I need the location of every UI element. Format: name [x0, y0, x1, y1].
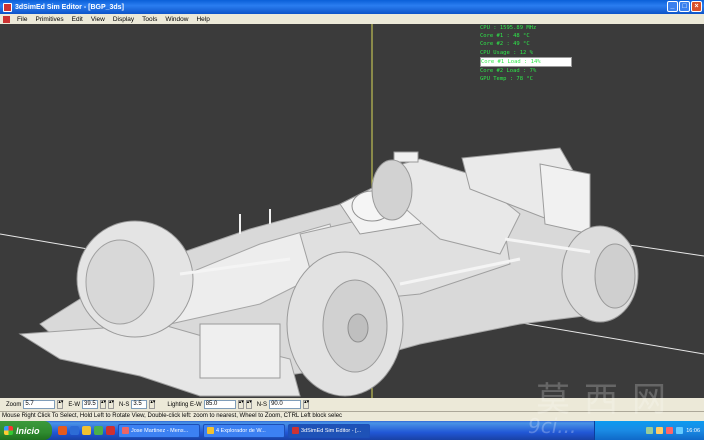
zoom-label: Zoom [6, 401, 22, 408]
lighting-ew-spinner-2[interactable]: ▴▾ [245, 400, 252, 409]
cpu-speed-readout: CPU : 1595.89 MHz [480, 25, 537, 31]
gpu-temp-readout: GPU Temp : 78 °C [480, 76, 533, 83]
core1-load-readout: Core #1 Load : 14% [480, 56, 572, 68]
task-mail[interactable]: Jose Martinez - Mens... [118, 423, 200, 438]
ew-label: E-W [68, 401, 81, 408]
zoom-input[interactable]: 5.7 [23, 400, 56, 409]
maximize-button[interactable]: □ [679, 1, 690, 12]
3d-viewport[interactable]: CPU : 1595.89 MHz Core #1 : 48 °C Core #… [0, 24, 704, 398]
menu-view[interactable]: View [87, 16, 109, 23]
menu-file[interactable]: File [13, 16, 31, 23]
zoom-spinner[interactable]: ▴▾ [57, 400, 63, 409]
ns-label: N-S [119, 401, 130, 408]
quick-launch [58, 426, 115, 435]
folder-icon [207, 427, 214, 434]
viewport-scene [0, 24, 704, 398]
close-button[interactable]: × [691, 1, 702, 12]
menu-primitives[interactable]: Primitives [31, 16, 67, 23]
folder-icon[interactable] [82, 426, 91, 435]
menu-tools[interactable]: Tools [138, 16, 161, 23]
lighting-ew-input[interactable]: 85.0 [203, 400, 236, 409]
core2-temp-readout: Core #2 : 49 °C [480, 41, 530, 48]
menu-window[interactable]: Window [161, 16, 192, 23]
system-tray: 16:06 [594, 421, 704, 440]
lighting-ns-label: N-S [256, 401, 268, 408]
app-icon-quick[interactable] [106, 426, 115, 435]
messenger-icon[interactable] [94, 426, 103, 435]
cpu-usage-readout: CPU Usage : 12 % [480, 49, 533, 56]
lighting-ew-spinner[interactable]: ▴▾ [237, 400, 244, 409]
menu-bar: File Primitives Edit View Display Tools … [0, 14, 704, 24]
ie-icon[interactable] [70, 426, 79, 435]
core2-load-readout: Core #2 Load : 7% [480, 68, 537, 75]
task-mail-label: Jose Martinez - Mens... [131, 427, 189, 434]
tray-icon-1[interactable] [646, 427, 654, 434]
menu-help[interactable]: Help [192, 16, 213, 23]
window-titlebar: 3dSimEd Sim Editor - [BGP_3ds] _ □ × [0, 0, 704, 14]
lighting-ns-spinner[interactable]: ▴▾ [303, 400, 309, 409]
start-label: Inicio [16, 425, 40, 436]
lighting-ew-label: Lighting E-W [167, 401, 202, 408]
simed-icon [292, 427, 299, 434]
ew-spinner[interactable]: ▴▾ [100, 400, 106, 409]
f1-car-model[interactable] [18, 147, 639, 397]
menu-edit[interactable]: Edit [68, 16, 87, 23]
firefox-icon[interactable] [58, 426, 67, 435]
view-parameter-bar: Zoom 5.7 ▴▾ E-W 39.5 ▴▾ ▴▾ N-S 3.5 ▴▾ Li… [0, 398, 704, 411]
start-button[interactable]: Inicio [0, 421, 52, 440]
windows-taskbar: Inicio Jose Martinez - Mens... 4 Explora… [0, 421, 704, 440]
core1-temp-readout: Core #1 : 48 °C [480, 33, 530, 40]
ew-spinner-2[interactable]: ▴▾ [108, 400, 114, 409]
ns-spinner[interactable]: ▴▾ [149, 400, 155, 409]
menu-display[interactable]: Display [109, 16, 138, 23]
task-simed-label: 3dSimEd Sim Editor - [... [301, 427, 362, 434]
window-title: 3dSimEd Sim Editor - [BGP_3ds] [15, 3, 124, 11]
hardware-monitor-overlay: CPU : 1595.89 MHz Core #1 : 48 °C Core #… [480, 24, 572, 83]
minimize-button[interactable]: _ [667, 1, 678, 12]
tray-icon-2[interactable] [656, 427, 664, 434]
clock[interactable]: 16:06 [686, 428, 700, 434]
windows-logo-icon [4, 426, 13, 435]
document-icon[interactable] [3, 15, 10, 23]
lighting-ns-input[interactable]: 90.0 [269, 400, 302, 409]
task-simed[interactable]: 3dSimEd Sim Editor - [... [288, 423, 370, 438]
status-bar: Mouse Right Click To Select, Hold Left t… [0, 411, 704, 421]
tray-icon-3[interactable] [666, 427, 674, 434]
ew-input[interactable]: 39.5 [82, 400, 99, 409]
tray-icon-4[interactable] [676, 427, 684, 434]
task-explorer[interactable]: 4 Explorador de W... [203, 423, 285, 438]
ns-input[interactable]: 3.5 [131, 400, 148, 409]
mail-icon [122, 427, 129, 434]
task-explorer-label: 4 Explorador de W... [216, 427, 266, 434]
app-icon [3, 2, 12, 12]
window-controls: _ □ × [667, 1, 702, 12]
